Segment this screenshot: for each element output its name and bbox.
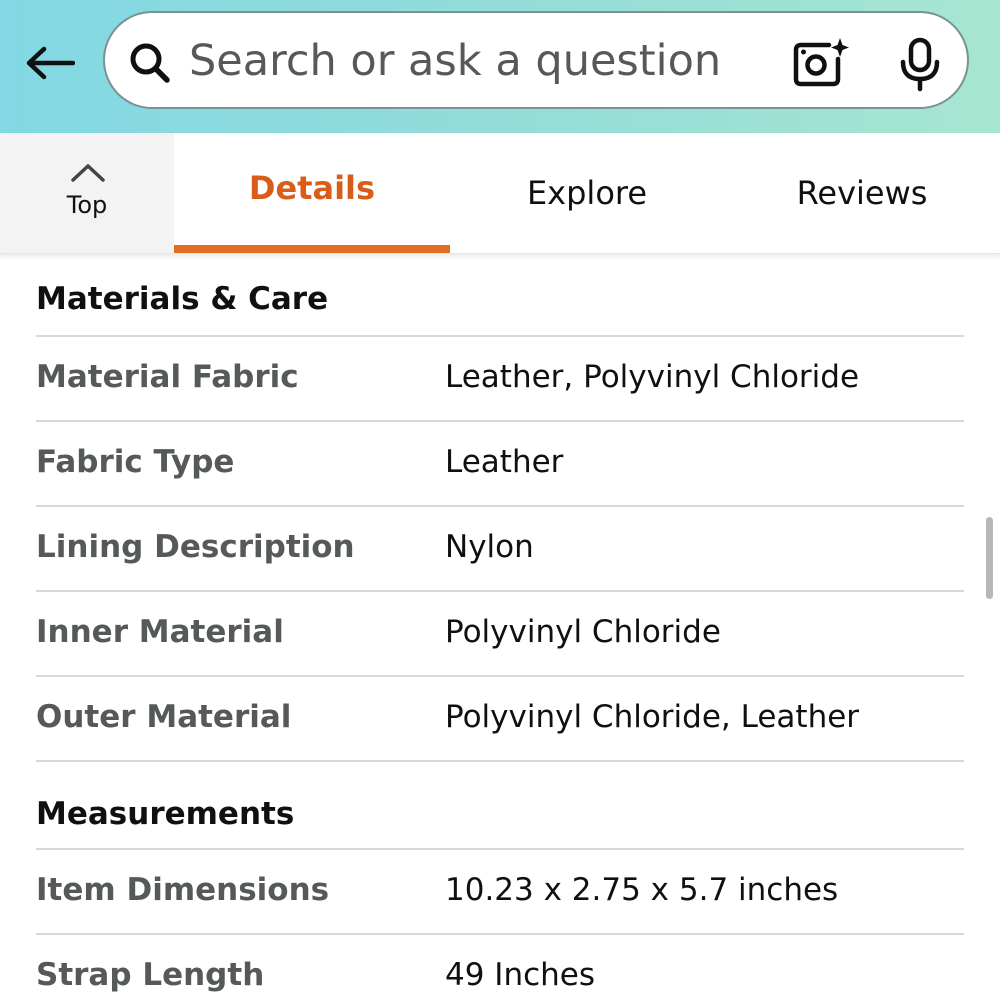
detail-row-item-dimensions: Item Dimensions 10.23 x 2.75 x 5.7 inche… [36,848,964,933]
detail-row-lining-description: Lining Description Nylon [36,505,964,590]
top-header [0,0,1000,133]
detail-label: Material Fabric [36,359,299,395]
section-tab-bar: Top Details Explore Reviews [0,133,1000,254]
tab-reviews[interactable]: Reviews [724,133,1000,253]
chevron-up-icon [71,164,105,182]
section-divider [36,760,964,762]
scrollbar-thumb[interactable] [986,517,993,599]
scroll-to-top-label: Top [66,191,108,219]
scroll-to-top-button[interactable]: Top [0,133,174,253]
detail-row-inner-material: Inner Material Polyvinyl Chloride [36,590,964,675]
detail-value: Nylon [445,529,534,565]
detail-row-strap-length: Strap Length 49 Inches [36,933,964,1000]
detail-label: Strap Length [36,957,265,993]
section-title-measurements: Measurements [36,796,295,832]
detail-value: Leather [445,444,564,480]
detail-value: 10.23 x 2.75 x 5.7 inches [445,872,839,908]
back-button[interactable] [22,38,78,88]
detail-label: Fabric Type [36,444,235,480]
search-bar[interactable] [103,11,969,109]
detail-value: 49 Inches [445,957,596,993]
camera-lens-icon[interactable] [791,37,849,89]
detail-row-material-fabric: Material Fabric Leather, Polyvinyl Chlor… [36,335,964,420]
detail-value: Polyvinyl Chloride, Leather [445,699,860,735]
microphone-icon[interactable] [897,37,943,93]
back-arrow-icon [26,46,75,80]
detail-value: Leather, Polyvinyl Chloride [445,359,860,395]
detail-row-fabric-type: Fabric Type Leather [36,420,964,505]
detail-value: Polyvinyl Chloride [445,614,721,650]
section-title-materials-care: Materials & Care [36,281,329,317]
search-input[interactable] [189,29,769,93]
detail-row-outer-material: Outer Material Polyvinyl Chloride, Leath… [36,675,964,760]
active-tab-indicator [174,245,450,253]
detail-label: Inner Material [36,614,284,650]
tab-explore[interactable]: Explore [450,133,724,253]
detail-label: Item Dimensions [36,872,330,908]
detail-label: Outer Material [36,699,292,735]
detail-label: Lining Description [36,529,355,565]
tab-details[interactable]: Details [174,133,450,253]
search-icon [130,43,170,83]
